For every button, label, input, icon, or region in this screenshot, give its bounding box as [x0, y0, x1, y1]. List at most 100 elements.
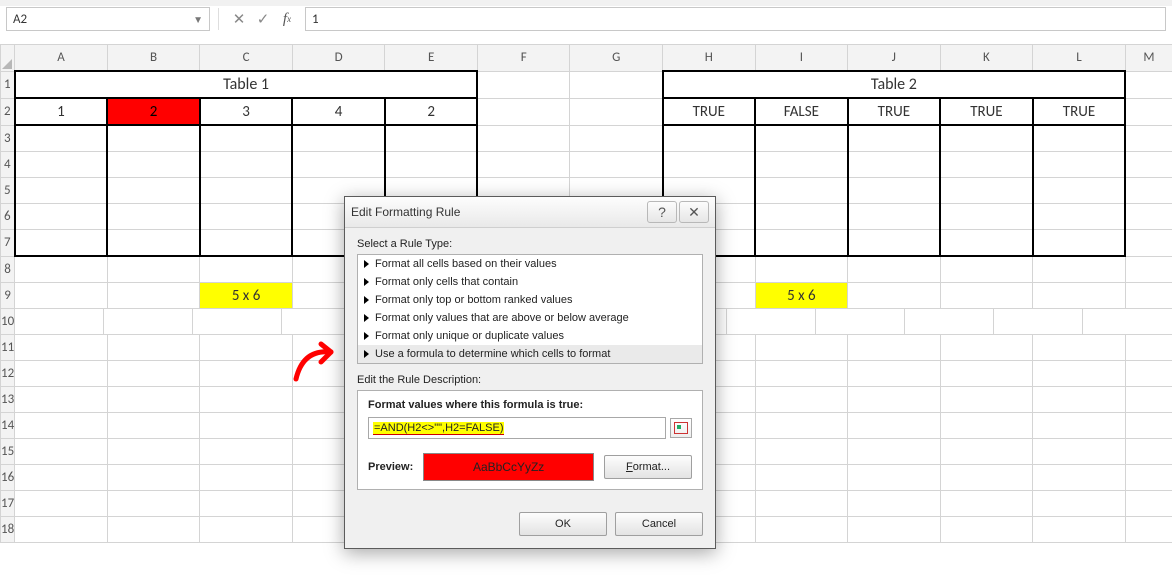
cell[interactable]: [1125, 361, 1172, 387]
cell[interactable]: [1033, 152, 1126, 178]
cell[interactable]: [1125, 125, 1172, 152]
formula-bar-input[interactable]: 1: [305, 7, 1166, 31]
cell[interactable]: [15, 361, 108, 387]
cell[interactable]: [1033, 491, 1126, 517]
cell[interactable]: [755, 152, 848, 178]
cell-E2[interactable]: 2: [385, 98, 478, 125]
cell-C9[interactable]: 5 x 6: [200, 283, 293, 309]
cell[interactable]: [200, 335, 293, 361]
cell[interactable]: [727, 309, 816, 334]
cell[interactable]: [1033, 256, 1126, 283]
row-header[interactable]: 1: [1, 71, 15, 98]
cell[interactable]: [1033, 387, 1126, 413]
cell[interactable]: [848, 335, 941, 361]
cell[interactable]: [477, 71, 570, 98]
cell[interactable]: [292, 125, 385, 152]
cell[interactable]: [15, 152, 108, 178]
name-box-dropdown-icon[interactable]: ▼: [193, 13, 203, 26]
cell[interactable]: [15, 125, 108, 152]
cell[interactable]: [1125, 256, 1172, 283]
row-header[interactable]: 7: [1, 230, 15, 257]
cell[interactable]: [107, 335, 200, 361]
cell[interactable]: [1033, 125, 1126, 152]
cell[interactable]: [107, 256, 200, 283]
col-header[interactable]: J: [848, 45, 941, 72]
row-header[interactable]: 6: [1, 204, 15, 230]
cell[interactable]: [848, 413, 941, 439]
row-header[interactable]: 13: [1, 387, 15, 413]
row-header[interactable]: 3: [1, 125, 15, 152]
cell[interactable]: [200, 361, 293, 387]
cell[interactable]: [15, 387, 108, 413]
cell[interactable]: [15, 517, 108, 543]
cell-J2[interactable]: TRUE: [848, 98, 941, 125]
cell[interactable]: [848, 361, 941, 387]
col-header[interactable]: I: [755, 45, 848, 72]
cell[interactable]: [848, 230, 941, 257]
cell[interactable]: [1033, 517, 1126, 543]
cell[interactable]: [848, 387, 941, 413]
cell[interactable]: [570, 125, 663, 152]
row-header[interactable]: 16: [1, 465, 15, 491]
cell[interactable]: [570, 152, 663, 178]
cell[interactable]: [755, 178, 848, 204]
cell[interactable]: [1125, 71, 1172, 98]
col-header[interactable]: A: [15, 45, 108, 72]
cell[interactable]: [107, 439, 200, 465]
cell[interactable]: [940, 335, 1033, 361]
cell[interactable]: [1125, 204, 1172, 230]
row-header[interactable]: 14: [1, 413, 15, 439]
col-header[interactable]: F: [477, 45, 570, 72]
cell[interactable]: [1033, 230, 1126, 257]
cell[interactable]: [755, 230, 848, 257]
cell[interactable]: [200, 413, 293, 439]
cell[interactable]: [848, 491, 941, 517]
format-button[interactable]: Format...: [604, 455, 692, 479]
cell[interactable]: [1125, 98, 1172, 125]
cell[interactable]: [994, 309, 1083, 334]
cell[interactable]: [385, 152, 478, 178]
cell[interactable]: [1125, 439, 1172, 465]
cell[interactable]: [940, 178, 1033, 204]
rule-type-item[interactable]: Format only cells that contain: [358, 273, 702, 291]
dialog-help-icon[interactable]: ?: [647, 201, 677, 223]
cell[interactable]: [107, 204, 200, 230]
dialog-titlebar[interactable]: Edit Formatting Rule ? ✕: [345, 197, 715, 228]
cell[interactable]: [940, 125, 1033, 152]
cell[interactable]: [848, 125, 941, 152]
cell[interactable]: [107, 125, 200, 152]
row-header[interactable]: 10: [1, 309, 15, 335]
cell[interactable]: [200, 517, 293, 543]
cell[interactable]: [848, 256, 941, 283]
cell[interactable]: [200, 125, 293, 152]
cell[interactable]: [15, 439, 108, 465]
cell[interactable]: [755, 413, 848, 439]
dialog-close-icon[interactable]: ✕: [679, 201, 709, 223]
cell[interactable]: [848, 517, 941, 543]
cell[interactable]: [107, 517, 200, 543]
cell-H2[interactable]: TRUE: [663, 98, 756, 125]
rule-type-item[interactable]: Format only unique or duplicate values: [358, 327, 702, 345]
ok-button[interactable]: OK: [519, 512, 607, 536]
cell[interactable]: [848, 178, 941, 204]
cell[interactable]: [940, 361, 1033, 387]
cell[interactable]: [107, 283, 200, 309]
cell[interactable]: [755, 439, 848, 465]
cell[interactable]: [1033, 465, 1126, 491]
cell[interactable]: [193, 309, 282, 334]
cell[interactable]: [1125, 387, 1172, 413]
col-header[interactable]: M: [1125, 45, 1172, 72]
cell[interactable]: [905, 309, 994, 334]
fx-icon[interactable]: fx: [275, 8, 299, 30]
cell[interactable]: [940, 465, 1033, 491]
cell[interactable]: [107, 152, 200, 178]
cell[interactable]: [477, 98, 570, 125]
cell[interactable]: [15, 204, 108, 230]
cell[interactable]: [1125, 491, 1172, 517]
cell[interactable]: [1033, 178, 1126, 204]
cell[interactable]: [755, 204, 848, 230]
cell[interactable]: [940, 439, 1033, 465]
cell-B2[interactable]: 2: [107, 98, 200, 125]
col-header[interactable]: H: [663, 45, 756, 72]
cell[interactable]: [107, 465, 200, 491]
